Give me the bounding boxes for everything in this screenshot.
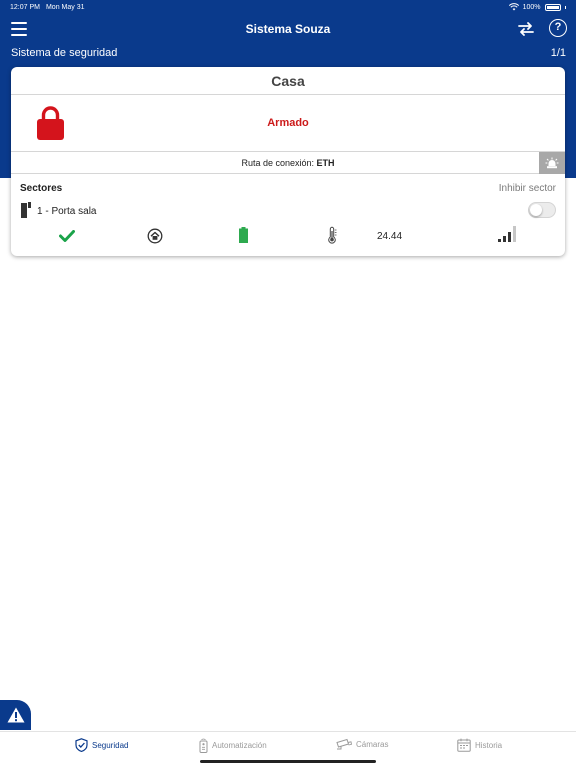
status-time: 12:07 PM xyxy=(10,3,40,11)
tab-seguridad[interactable]: Seguridad xyxy=(75,738,128,752)
route-label: Ruta de conexión: xyxy=(241,158,317,168)
signal-strength-icon xyxy=(498,226,516,242)
sector-temperature: 24.44 xyxy=(377,231,403,242)
tab-automatizacion[interactable]: Automatización xyxy=(199,738,267,753)
page-count: 1/1 xyxy=(550,47,566,59)
tab-historia[interactable]: Historia xyxy=(457,738,502,752)
home-circle-icon xyxy=(147,228,163,244)
app-screen: 12:07 PM Mon May 31 100% Sistema Souza ?… xyxy=(0,0,576,768)
connection-route-row: Ruta de conexión: ETH xyxy=(11,152,565,174)
home-indicator[interactable] xyxy=(200,760,376,763)
alert-button[interactable] xyxy=(0,700,31,730)
inhibit-sector-toggle[interactable] xyxy=(528,202,556,218)
wifi-icon xyxy=(508,3,519,11)
battery-tip xyxy=(564,5,566,9)
sectores-header: Sectores Inhibir sector xyxy=(11,174,565,200)
route-value: ETH xyxy=(316,158,335,168)
navigation-bar: Sistema Souza ? xyxy=(0,14,576,44)
swap-arrows-icon[interactable] xyxy=(517,20,535,38)
battery-icon xyxy=(544,3,561,11)
security-partition-card: Casa Armado Ruta de conexión: ETH Sector… xyxy=(11,67,565,256)
battery-level-icon xyxy=(239,227,248,243)
section-title: Sistema de seguridad xyxy=(11,47,118,59)
status-date: Mon May 31 xyxy=(45,3,85,11)
remote-icon xyxy=(199,738,208,753)
warning-icon xyxy=(7,707,25,723)
tab-label: Automatización xyxy=(212,741,267,750)
page-title: Sistema Souza xyxy=(245,22,331,36)
tab-label: Seguridad xyxy=(92,740,129,750)
siren-icon xyxy=(545,157,559,169)
calendar-icon xyxy=(457,738,471,752)
sectores-label: Sectores xyxy=(20,183,63,194)
checkmark-icon xyxy=(59,230,75,242)
tab-camaras[interactable]: Cámaras xyxy=(336,738,388,751)
battery-percent: 100% xyxy=(522,3,541,11)
arm-status-text: Armado xyxy=(267,117,309,129)
status-bar: 12:07 PM Mon May 31 100% xyxy=(0,0,576,14)
partition-name: Casa xyxy=(11,67,565,95)
sector-indicators: 24.44 xyxy=(11,224,565,250)
sector-row: 1 - Porta sala xyxy=(11,200,565,224)
camera-icon xyxy=(336,738,352,750)
shield-check-icon xyxy=(75,738,88,752)
sector-name: 1 - Porta sala xyxy=(37,206,97,217)
siren-button[interactable] xyxy=(539,152,565,174)
tab-label: Cámaras xyxy=(356,740,389,749)
thermometer-icon xyxy=(328,226,337,244)
arm-status-area[interactable]: Armado xyxy=(11,95,565,152)
door-sensor-icon xyxy=(21,202,31,218)
inhibit-sector-label: Inhibir sector xyxy=(498,183,556,194)
help-icon[interactable]: ? xyxy=(549,19,567,37)
tab-label: Historia xyxy=(475,740,503,750)
status-right: 100% xyxy=(508,3,566,11)
